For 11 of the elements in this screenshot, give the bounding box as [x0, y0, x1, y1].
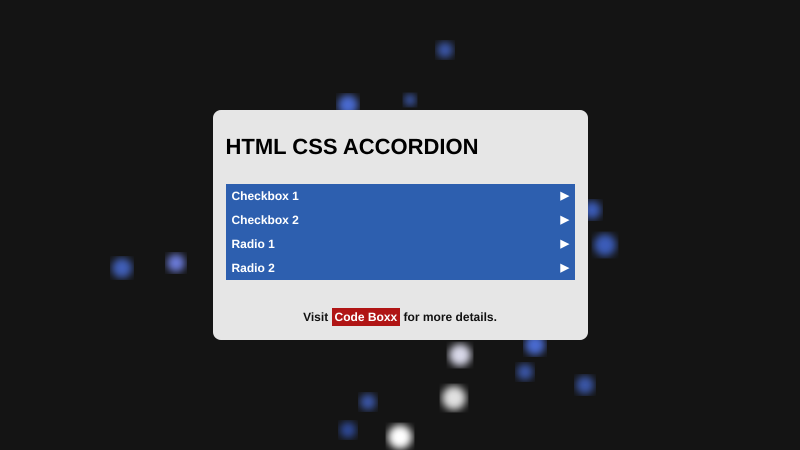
toggle-arrow: ▶ [560, 236, 568, 252]
accordion-label: Radio 1 [232, 236, 275, 253]
accordion-label: Checkbox 1 [232, 188, 299, 205]
link[interactable]: Code Boxx [332, 308, 400, 326]
toggle-arrow: ▶ [560, 260, 568, 276]
page-title: HTML CSS ACCORDION [226, 134, 480, 160]
accordion-label: Checkbox 2 [232, 212, 299, 229]
toggle-arrow: ▶ [560, 188, 568, 204]
toggle-arrow: ▶ [560, 212, 568, 228]
accordion-label: Radio 2 [232, 260, 275, 277]
footer-text: Visit Code Boxx for more details. [302, 308, 498, 326]
